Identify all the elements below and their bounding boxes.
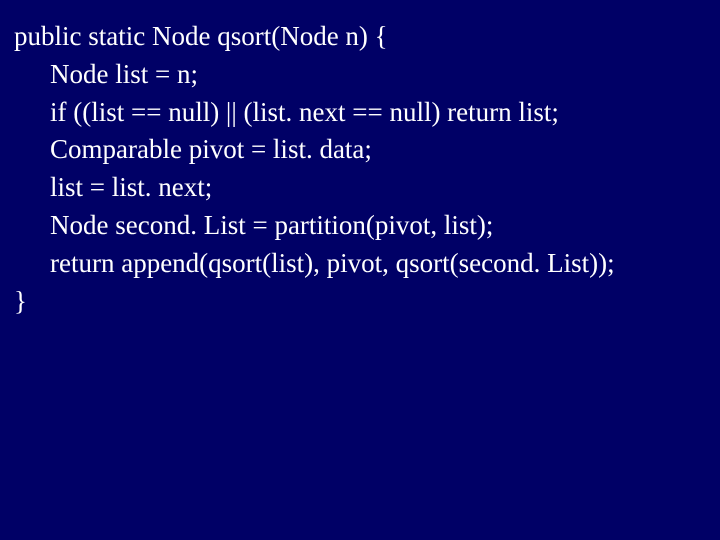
code-line-7: return append(qsort(list), pivot, qsort(… xyxy=(14,245,706,283)
code-line-5: list = list. next; xyxy=(14,169,706,207)
code-line-4: Comparable pivot = list. data; xyxy=(14,131,706,169)
code-slide: public static Node qsort(Node n) { Node … xyxy=(0,0,720,540)
code-line-6: Node second. List = partition(pivot, lis… xyxy=(14,207,706,245)
code-line-2: Node list = n; xyxy=(14,56,706,94)
code-line-3: if ((list == null) || (list. next == nul… xyxy=(14,94,706,132)
code-line-8: } xyxy=(14,283,706,321)
code-line-1: public static Node qsort(Node n) { xyxy=(14,18,706,56)
